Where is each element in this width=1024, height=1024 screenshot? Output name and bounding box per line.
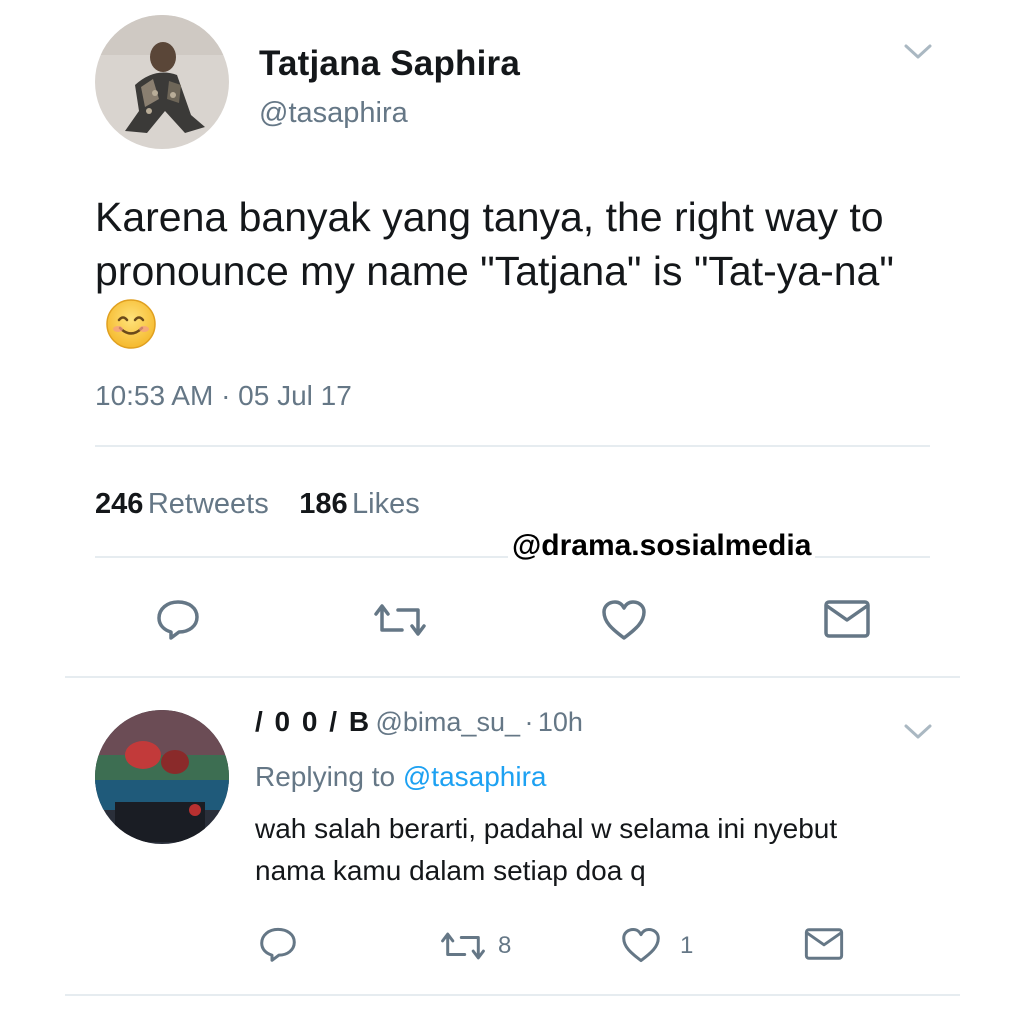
likes-label[interactable]: Likes <box>352 488 420 520</box>
reply-author-name[interactable]: / 0 0 / B <box>255 706 371 737</box>
reply-like-count: 1 <box>680 932 694 959</box>
tweet-text: Karena banyak yang tanya, the right way … <box>95 190 915 363</box>
reply-heart-icon[interactable] <box>620 926 662 964</box>
reply-retweet-count: 8 <box>498 932 512 959</box>
tweet-timestamp[interactable]: 10:53 AM · 05 Jul 17 <box>95 380 352 412</box>
reply-time[interactable]: 10h <box>538 707 583 737</box>
author-avatar[interactable] <box>95 15 229 149</box>
reply-author-handle[interactable]: @bima_su_ <box>376 707 520 737</box>
author-name[interactable]: Tatjana Saphira <box>259 44 520 84</box>
reply-header: / 0 0 / B @bima_su_ · 10h <box>255 706 583 738</box>
reply-icon[interactable] <box>155 598 201 640</box>
reply-message-icon[interactable] <box>803 926 845 962</box>
retweets-count[interactable]: 246 <box>95 488 143 520</box>
heart-icon[interactable] <box>600 598 648 642</box>
tweet-text-content: Karena banyak yang tanya, the right way … <box>95 194 894 294</box>
reply-text-line2: nama kamu dalam setiap doa q <box>255 855 646 886</box>
message-icon[interactable] <box>822 598 872 640</box>
reply-chevron-down-icon[interactable] <box>903 722 933 742</box>
smiling-face-icon <box>105 298 157 363</box>
reply-reply-icon[interactable] <box>258 926 298 962</box>
reply-retweet-icon[interactable] <box>437 929 489 963</box>
watermark: @drama.sosialmedia <box>508 529 816 563</box>
tweet-stats: 246 Retweets 186 Likes <box>95 488 420 521</box>
reply-text-line1: wah salah berarti, padahal w selama ini … <box>255 813 838 844</box>
author-handle[interactable]: @tasaphira <box>259 97 408 130</box>
divider-reply-top <box>65 676 960 678</box>
divider-bottom <box>65 994 960 996</box>
retweet-icon[interactable] <box>370 600 430 640</box>
retweets-label[interactable]: Retweets <box>148 488 269 520</box>
reply-separator: · <box>524 707 534 737</box>
replying-to-link[interactable]: @tasaphira <box>403 761 547 792</box>
replying-prefix: Replying to <box>255 761 396 792</box>
divider-top <box>95 445 930 447</box>
chevron-down-icon[interactable] <box>903 42 933 62</box>
likes-count[interactable]: 186 <box>299 488 347 520</box>
reply-text: wah salah berarti, padahal w selama ini … <box>255 808 837 892</box>
replying-to: Replying to @tasaphira <box>255 761 546 793</box>
reply-author-avatar[interactable] <box>95 710 229 844</box>
